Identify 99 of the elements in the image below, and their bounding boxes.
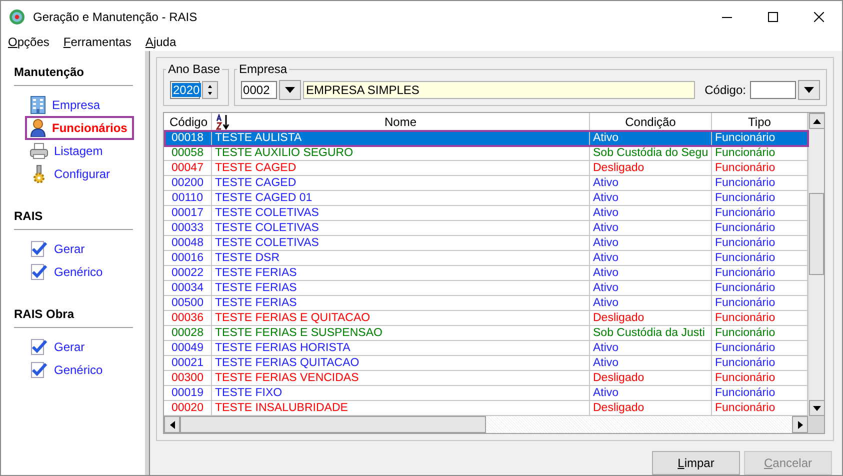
table-cell[interactable]: Desligado — [590, 161, 712, 176]
table-cell[interactable]: TESTE CAGED — [212, 176, 590, 191]
table-cell[interactable]: Sob Custódia do Segu — [590, 146, 712, 161]
table-cell[interactable]: TESTE COLETIVAS — [212, 236, 590, 251]
person-icon — [30, 119, 46, 137]
clear-button[interactable]: Limpar — [652, 451, 740, 475]
table-cell[interactable]: 00016 — [164, 251, 212, 266]
checkmark-icon — [30, 240, 48, 258]
field-label: Código: — [704, 82, 746, 96]
sidebar-link[interactable]: Genérico — [54, 265, 103, 279]
table-cell[interactable]: Ativo — [590, 251, 712, 266]
up-arrow-icon — [813, 118, 821, 124]
scroll-up-button[interactable] — [809, 113, 825, 129]
table-cell[interactable]: TESTE AUXILIO SEGURO — [212, 146, 590, 161]
company-name-field[interactable]: EMPRESA SIMPLES — [303, 80, 695, 98]
sidebar-link[interactable]: Configurar — [54, 167, 110, 181]
menu-item[interactable]: Opções — [1, 34, 56, 48]
table-cell[interactable]: 00022 — [164, 266, 212, 281]
printer-icon — [30, 143, 48, 159]
dropdown-button[interactable] — [798, 80, 820, 100]
table-cell[interactable]: Ativo — [590, 221, 712, 236]
table-cell[interactable]: 00200 — [164, 176, 212, 191]
table-cell[interactable]: TESTE FERIAS E SUSPENSAO — [212, 326, 590, 341]
table-cell[interactable]: 00034 — [164, 281, 212, 296]
app-icon — [9, 8, 25, 24]
table-cell[interactable]: 00033 — [164, 221, 212, 236]
scroll-right-button[interactable] — [792, 416, 808, 433]
menu-item[interactable]: Ajuda — [138, 34, 184, 48]
group-label: Empresa — [238, 62, 288, 76]
scroll-left-button[interactable] — [164, 416, 180, 433]
table-cell[interactable]: Ativo — [590, 356, 712, 371]
table-cell[interactable]: Ativo — [590, 386, 712, 401]
table-cell[interactable]: Sob Custódia da Justi — [590, 326, 712, 341]
table-cell[interactable]: Desligado — [590, 371, 712, 386]
table-cell[interactable]: TESTE CAGED — [212, 161, 590, 176]
checkmark-icon — [30, 338, 48, 356]
table-cell[interactable]: 00047 — [164, 161, 212, 176]
down-arrow-icon — [813, 406, 821, 410]
scrollbar-thumb[interactable] — [180, 416, 486, 433]
sidebar-link[interactable]: Listagem — [54, 144, 103, 158]
left-arrow-icon — [170, 420, 174, 428]
checkmark-icon — [30, 361, 48, 379]
table-cell[interactable]: 00048 — [164, 236, 212, 251]
section-title: Manutenção — [14, 65, 86, 79]
table-cell[interactable]: Ativo — [590, 236, 712, 251]
sort-az-icon[interactable] — [216, 114, 232, 130]
table-cell[interactable]: 00036 — [164, 311, 212, 326]
table-cell[interactable]: Ativo — [590, 281, 712, 296]
sidebar-link[interactable]: Empresa — [52, 98, 100, 112]
table-cell[interactable]: 00021 — [164, 356, 212, 371]
section-title: RAIS — [14, 209, 44, 223]
scroll-down-button[interactable] — [809, 400, 825, 416]
table-cell[interactable]: TESTE FERIAS — [212, 266, 590, 281]
table-cell[interactable]: 00049 — [164, 341, 212, 356]
table-cell[interactable]: TESTE FERIAS — [212, 296, 590, 311]
spin-buttons[interactable] — [202, 80, 218, 98]
menu-item[interactable]: Ferramentas — [56, 34, 138, 48]
table-cell[interactable]: Ativo — [590, 266, 712, 281]
caret-icon — [804, 86, 814, 92]
table-cell[interactable]: Ativo — [590, 206, 712, 221]
table-cell[interactable]: Ativo — [590, 191, 712, 206]
table-cell[interactable]: TESTE FIXO — [212, 386, 590, 401]
table-cell[interactable]: 00058 — [164, 146, 212, 161]
caret-icon — [285, 86, 296, 92]
window-title: Geração e Manutenção - RAIS — [33, 10, 198, 24]
table-cell[interactable]: TESTE CAGED 01 — [212, 191, 590, 206]
sidebar-link[interactable]: Genérico — [54, 363, 103, 377]
section-title: RAIS Obra — [14, 307, 76, 321]
table-cell[interactable]: TESTE FERIAS E QUITACAO — [212, 311, 590, 326]
year-field[interactable]: 2020 — [170, 80, 200, 98]
table-cell[interactable]: TESTE COLETIVAS — [212, 221, 590, 236]
maximize-icon — [768, 12, 778, 22]
close-icon — [814, 12, 824, 22]
code-field[interactable] — [750, 80, 796, 98]
table-cell[interactable]: 00500 — [164, 296, 212, 311]
table-cell[interactable]: Ativo — [590, 176, 712, 191]
scrollbar-thumb[interactable] — [809, 193, 824, 275]
table-cell[interactable]: Desligado — [590, 311, 712, 326]
building-icon — [30, 96, 46, 114]
right-arrow-icon — [798, 420, 802, 428]
table-cell[interactable]: TESTE FERIAS QUITACAO — [212, 356, 590, 371]
dropdown-button[interactable] — [279, 80, 302, 100]
table-cell[interactable]: 00017 — [164, 206, 212, 221]
sidebar-link[interactable]: Gerar — [54, 340, 85, 354]
table-cell[interactable]: Ativo — [590, 296, 712, 311]
table-cell[interactable]: 00110 — [164, 191, 212, 206]
company-code-field[interactable]: 0002 — [241, 80, 278, 98]
table-cell[interactable]: TESTE COLETIVAS — [212, 206, 590, 221]
group-label: Ano Base — [167, 62, 222, 76]
table-cell[interactable]: 00019 — [164, 386, 212, 401]
table-cell[interactable]: 00028 — [164, 326, 212, 341]
table-cell[interactable]: TESTE FERIAS — [212, 281, 590, 296]
checkmark-icon — [30, 263, 48, 281]
table-cell[interactable]: Ativo — [590, 341, 712, 356]
table-cell[interactable]: 00300 — [164, 371, 212, 386]
sidebar-link[interactable]: Gerar — [54, 242, 85, 256]
table-cell[interactable]: TESTE FERIAS HORISTA — [212, 341, 590, 356]
table-cell[interactable]: TESTE DSR — [212, 251, 590, 266]
table-cell[interactable]: TESTE FERIAS VENCIDAS — [212, 371, 590, 386]
